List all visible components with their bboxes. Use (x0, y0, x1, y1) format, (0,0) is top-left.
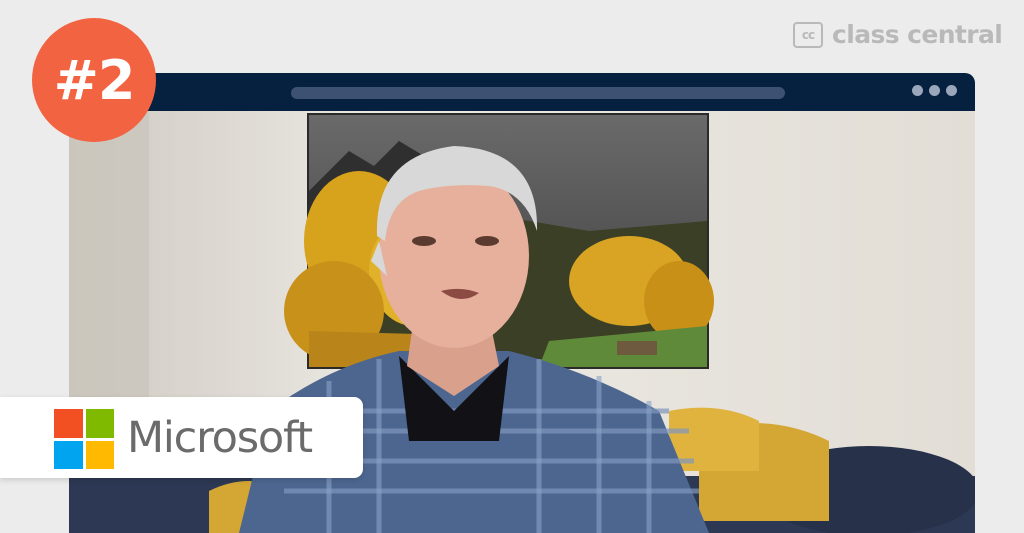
provider-card: Microsoft (0, 397, 363, 478)
browser-menu-dots-icon (912, 85, 957, 96)
class-central-logo-icon: cc (793, 22, 823, 48)
class-central-brand: cc class central (793, 20, 1003, 49)
provider-name: Microsoft (127, 413, 313, 463)
class-central-wordmark: class central (832, 20, 1003, 49)
rank-badge: #2 (32, 18, 156, 142)
address-bar (291, 87, 785, 99)
microsoft-logo-icon (54, 409, 114, 469)
